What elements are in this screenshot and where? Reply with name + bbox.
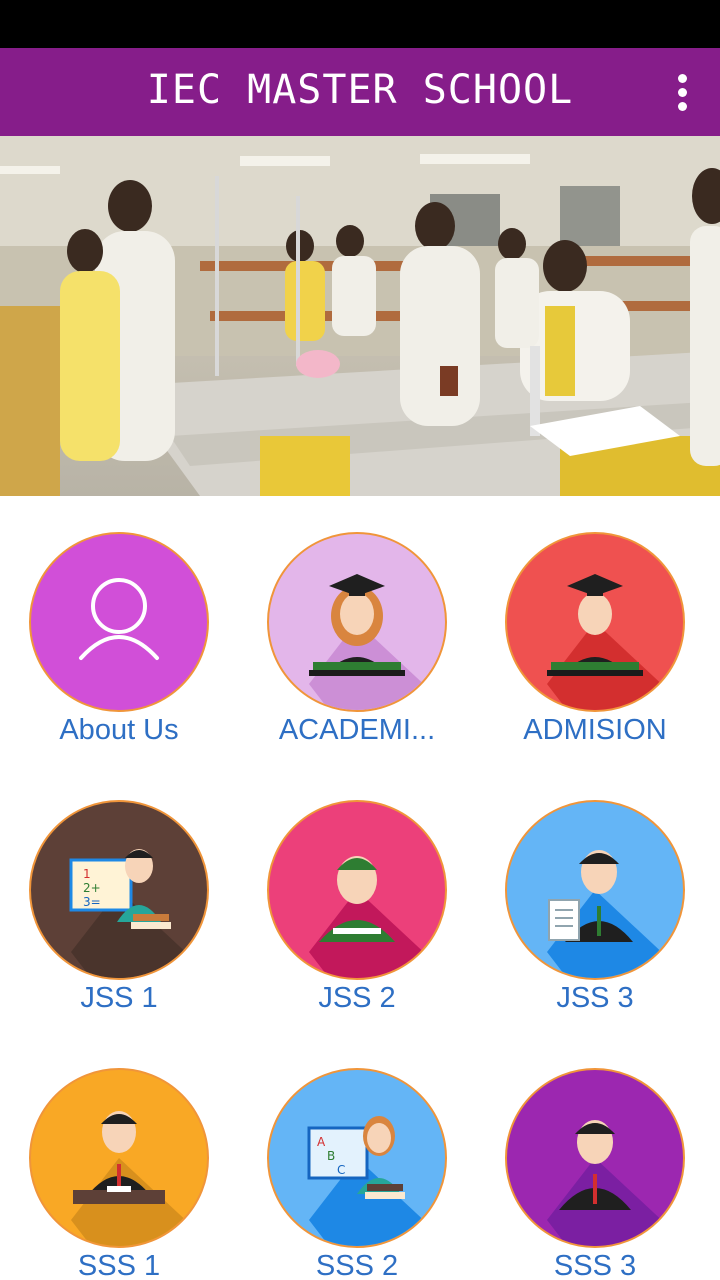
app-bar: IEC MASTER SCHOOL (0, 48, 720, 136)
student-suit-icon[interactable] (505, 1068, 685, 1248)
tile-sss-1[interactable]: SSS 1 (0, 1032, 238, 1280)
tile-admision[interactable]: ADMISION (476, 496, 714, 746)
graduate-girl-icon[interactable] (267, 532, 447, 712)
svg-text:3=: 3= (83, 895, 101, 909)
student-icon[interactable] (267, 800, 447, 980)
student-document-icon[interactable] (505, 800, 685, 980)
teacher-abc-icon[interactable]: A B C (267, 1068, 447, 1248)
tile-label: About Us (59, 714, 179, 746)
graduate-boy-icon[interactable] (505, 532, 685, 712)
teacher-board-icon[interactable]: 1 2+ 3= (29, 800, 209, 980)
image-slider[interactable] (0, 136, 720, 496)
more-vert-icon[interactable] (656, 64, 708, 120)
tile-jss-2[interactable]: JSS 2 (238, 764, 476, 1014)
tile-label: JSS 2 (318, 982, 396, 1014)
tile-sss-2[interactable]: A B C SSS 2 (238, 1032, 476, 1280)
person-outline-icon[interactable] (29, 532, 209, 712)
app-title: IEC MASTER SCHOOL (146, 67, 574, 113)
tile-label: SSS 2 (315, 1250, 399, 1280)
svg-text:A: A (317, 1135, 326, 1149)
tile-jss-3[interactable]: JSS 3 (476, 764, 714, 1014)
lab-photo (0, 136, 720, 496)
svg-text:1: 1 (83, 867, 91, 881)
svg-text:2+: 2+ (83, 881, 101, 895)
tile-academics[interactable]: ACADEMI... (238, 496, 476, 746)
menu-grid: About Us ACADEMI... ADMISION 1 2+ 3= JSS… (0, 496, 720, 1280)
tile-label: ADMISION (523, 714, 667, 746)
svg-text:B: B (327, 1149, 335, 1163)
tile-label: ACADEMI... (278, 714, 436, 746)
tile-label: JSS 3 (556, 982, 634, 1014)
tile-label: JSS 1 (80, 982, 158, 1014)
tile-sss-3[interactable]: SSS 3 (476, 1032, 714, 1280)
tile-about-us[interactable]: About Us (0, 496, 238, 746)
student-desk-icon[interactable] (29, 1068, 209, 1248)
svg-text:C: C (337, 1163, 345, 1177)
tile-label: SSS 3 (553, 1250, 637, 1280)
tile-jss-1[interactable]: 1 2+ 3= JSS 1 (0, 764, 238, 1014)
tile-label: SSS 1 (77, 1250, 161, 1280)
status-bar (0, 0, 720, 48)
